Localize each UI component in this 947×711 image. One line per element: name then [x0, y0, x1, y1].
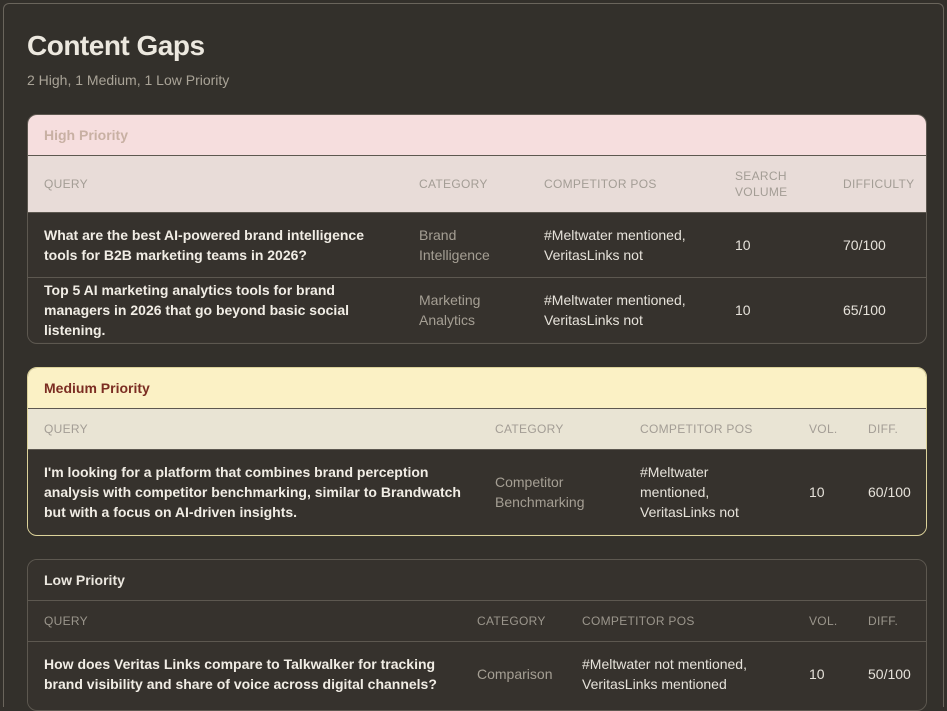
priority-summary: 2 High, 1 Medium, 1 Low Priority [27, 72, 230, 88]
high-priority-table-header: QUERY CATEGORY COMPETITOR POS SEARCH VOL… [28, 156, 926, 213]
low-priority-table-header: QUERY CATEGORY COMPETITOR POS VOL. DIFF. [28, 601, 926, 642]
difficulty-value: 60/100 [868, 484, 911, 500]
medium-priority-card: Medium Priority QUERY CATEGORY COMPETITO… [27, 367, 927, 536]
table-row[interactable]: What are the best AI-powered brand intel… [28, 213, 926, 278]
category-text: Competitor Benchmarking [495, 474, 585, 510]
column-category[interactable]: CATEGORY [495, 409, 564, 449]
column-competitor-pos[interactable]: COMPETITOR POS [640, 409, 753, 449]
column-difficulty[interactable]: DIFF. [868, 601, 898, 641]
medium-priority-table-header: QUERY CATEGORY COMPETITOR POS VOL. DIFF. [28, 409, 926, 450]
column-difficulty[interactable]: DIFF. [868, 409, 898, 449]
column-query[interactable]: QUERY [44, 409, 88, 449]
volume-value: 10 [809, 666, 825, 682]
medium-priority-header: Medium Priority [28, 368, 926, 409]
column-category[interactable]: CATEGORY [477, 601, 546, 641]
low-priority-header: Low Priority [28, 560, 926, 601]
column-category[interactable]: CATEGORY [419, 156, 488, 212]
category-text: Brand Intelligence [419, 227, 490, 263]
competitor-pos-text: #Meltwater mentioned, VeritasLinks not [544, 292, 686, 328]
competitor-pos-text: #Meltwater mentioned, VeritasLinks not [544, 227, 686, 263]
query-text: What are the best AI-powered brand intel… [44, 227, 364, 263]
column-query[interactable]: QUERY [44, 156, 88, 212]
competitor-pos-text: #Meltwater mentioned, VeritasLinks not [640, 464, 739, 520]
column-volume[interactable]: VOL. [809, 601, 838, 641]
query-text: I'm looking for a platform that combines… [44, 464, 461, 520]
table-row[interactable]: I'm looking for a platform that combines… [28, 450, 926, 534]
search-volume-value: 10 [735, 237, 751, 253]
high-priority-header: High Priority [28, 115, 926, 156]
difficulty-value: 50/100 [868, 666, 911, 682]
difficulty-value: 70/100 [843, 237, 886, 253]
column-competitor-pos[interactable]: COMPETITOR POS [544, 156, 657, 212]
query-text: Top 5 AI marketing analytics tools for b… [44, 282, 349, 338]
category-text: Marketing Analytics [419, 292, 481, 328]
column-search-volume[interactable]: SEARCH VOLUME [735, 156, 805, 212]
high-priority-card: High Priority QUERY CATEGORY COMPETITOR … [27, 114, 927, 344]
page-title: Content Gaps [27, 30, 205, 61]
low-priority-card: Low Priority QUERY CATEGORY COMPETITOR P… [27, 559, 927, 711]
competitor-pos-text: #Meltwater not mentioned, VeritasLinks m… [582, 656, 747, 692]
column-competitor-pos[interactable]: COMPETITOR POS [582, 601, 695, 641]
category-text: Comparison [477, 666, 553, 682]
search-volume-value: 10 [735, 302, 751, 318]
column-query[interactable]: QUERY [44, 601, 88, 641]
column-difficulty[interactable]: DIFFICULTY [843, 156, 914, 212]
difficulty-value: 65/100 [843, 302, 886, 318]
column-volume[interactable]: VOL. [809, 409, 838, 449]
volume-value: 10 [809, 484, 825, 500]
query-text: How does Veritas Links compare to Talkwa… [44, 656, 437, 692]
table-row[interactable]: Top 5 AI marketing analytics tools for b… [28, 278, 926, 342]
table-row[interactable]: How does Veritas Links compare to Talkwa… [28, 642, 926, 706]
